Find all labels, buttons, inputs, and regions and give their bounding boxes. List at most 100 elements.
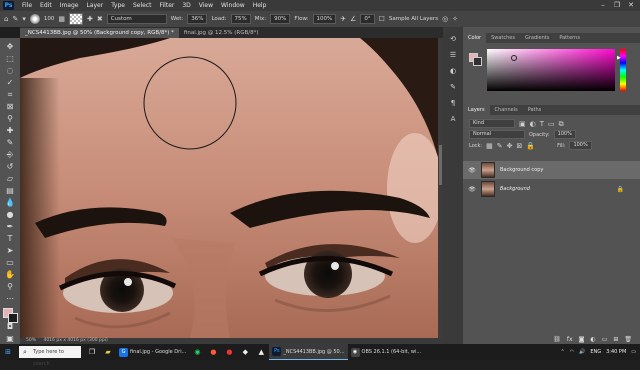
type-tool-icon[interactable]: T	[4, 234, 16, 244]
zoom-level[interactable]: 50%	[20, 338, 42, 343]
dodge-tool-icon[interactable]: ●	[4, 210, 16, 220]
wifi-icon[interactable]: ◠	[570, 349, 574, 355]
filter-pixel-icon[interactable]: ▣	[519, 120, 526, 128]
lock-artboard-icon[interactable]: ⊠	[516, 142, 522, 150]
brush-panel-icon[interactable]: ▦	[58, 15, 65, 23]
link-layers-icon[interactable]: ⛓	[553, 336, 561, 343]
new-layer-icon[interactable]: ⊞	[613, 336, 618, 343]
tab-color[interactable]: Color	[463, 33, 487, 43]
gradient-tool-icon[interactable]: ▤	[4, 186, 16, 196]
adjustments-panel-icon[interactable]: ◐	[448, 67, 458, 77]
tab-swatches[interactable]: Swatches	[486, 33, 520, 43]
lock-position-icon[interactable]: ✥	[507, 142, 513, 150]
tab-patterns[interactable]: Patterns	[554, 33, 585, 43]
menu-select[interactable]: Select	[129, 0, 156, 11]
brush-preview-icon[interactable]	[29, 14, 40, 24]
history-panel-icon[interactable]: ⟲	[448, 35, 458, 45]
language-indicator[interactable]: ENG	[590, 349, 601, 355]
preset-select[interactable]: Custom	[106, 14, 167, 24]
crop-tool-icon[interactable]: ⌗	[4, 90, 16, 100]
quick-select-tool-icon[interactable]: ✓	[4, 78, 16, 88]
airbrush-icon[interactable]: ✈	[340, 15, 346, 23]
layer-background-copy[interactable]: 👁 Background copy	[463, 161, 640, 179]
fill-field[interactable]: 100%	[569, 141, 592, 150]
tray-expand-icon[interactable]: ⌃	[561, 349, 565, 355]
new-group-icon[interactable]: ▭	[602, 336, 608, 343]
path-select-tool-icon[interactable]: ➤	[4, 246, 16, 256]
menu-help[interactable]: Help	[249, 0, 271, 11]
mixer-brush-tool-icon[interactable]: ✎	[4, 138, 16, 148]
frame-tool-icon[interactable]: ⊠	[4, 102, 16, 112]
paragraph-panel-icon[interactable]: ¶	[448, 99, 458, 109]
opacity-field[interactable]: 100%	[553, 130, 576, 139]
wet-field[interactable]: 36%	[187, 14, 208, 24]
background-color-chip[interactable]	[473, 57, 482, 66]
angle-field[interactable]: 0°	[360, 14, 375, 24]
clean-brush-icon[interactable]: ✖	[97, 15, 103, 23]
media-icon[interactable]: ●	[205, 344, 221, 360]
menu-filter[interactable]: Filter	[156, 0, 179, 11]
document-canvas[interactable]	[20, 38, 438, 338]
filter-shape-icon[interactable]: ▭	[548, 120, 555, 128]
lasso-tool-icon[interactable]: ◌	[4, 66, 16, 76]
layer-kind-filter[interactable]: Kind	[469, 119, 515, 128]
whatsapp-icon[interactable]: ◉	[189, 344, 205, 360]
history-brush-tool-icon[interactable]: ↺	[4, 162, 16, 172]
visibility-eye-icon[interactable]: 👁	[467, 167, 477, 174]
brush-settings-icon[interactable]: ✎	[448, 83, 458, 93]
tab-paths[interactable]: Paths	[523, 105, 547, 115]
hue-slider-arrow-icon[interactable]: ▶	[617, 55, 621, 61]
app-icon-3[interactable]: ▲	[253, 344, 269, 360]
mixer-brush-icon[interactable]: ✎	[12, 15, 18, 23]
current-load-swatch[interactable]	[68, 13, 83, 25]
app-icon[interactable]: ●	[221, 344, 237, 360]
load-field[interactable]: 75%	[230, 14, 251, 24]
symmetry-icon[interactable]: ✧	[452, 15, 458, 23]
move-tool-icon[interactable]: ✥	[4, 42, 16, 52]
tab-gradients[interactable]: Gradients	[520, 33, 554, 43]
filter-adjust-icon[interactable]: ◐	[530, 120, 536, 128]
lock-pixels-icon[interactable]: ▦	[486, 142, 493, 150]
lock-paint-icon[interactable]: ✎	[497, 142, 503, 150]
new-adjustment-icon[interactable]: ◐	[590, 336, 595, 343]
rectangle-tool-icon[interactable]: ▭	[4, 258, 16, 268]
menu-image[interactable]: Image	[56, 0, 83, 11]
zoom-tool-icon[interactable]: ⚲	[4, 282, 16, 292]
blend-mode-select[interactable]: Normal	[469, 130, 525, 139]
notifications-icon[interactable]: ▭	[631, 349, 636, 355]
menu-file[interactable]: File	[18, 0, 36, 11]
taskbar-app-photoshop[interactable]: Ps _NCS4413BB.jpg @ 50...	[269, 344, 348, 360]
taskbar-app-obs[interactable]: ◉ OBS 26.1.1 (64-bit, wi...	[348, 344, 425, 360]
filter-smart-icon[interactable]: ⧉	[559, 120, 564, 128]
sample-all-checkbox[interactable]: ☐	[379, 15, 385, 23]
tab-channels[interactable]: Channels	[490, 105, 523, 115]
menu-layer[interactable]: Layer	[82, 0, 107, 11]
scrollbar-thumb[interactable]	[439, 145, 442, 185]
color-field[interactable]	[487, 49, 615, 91]
lock-all-icon[interactable]: 🔒	[526, 142, 535, 150]
dropdown-arrow-icon[interactable]: ▾	[22, 15, 26, 23]
quick-mask-icon[interactable]: ◘	[4, 322, 16, 332]
task-view-icon[interactable]: ❐	[84, 344, 100, 360]
tab-ncs-document[interactable]: _NCS4413BB.jpg @ 50% (Background copy, R…	[20, 28, 179, 38]
close-button[interactable]: ✕	[624, 0, 638, 11]
blur-tool-icon[interactable]: 💧	[4, 198, 16, 208]
tab-final-document[interactable]: final.jpg @ 12.5% (RGB/8*)	[178, 28, 264, 38]
maximize-button[interactable]: ❐	[610, 0, 624, 11]
delete-layer-icon[interactable]: 🗑	[624, 336, 632, 343]
hand-tool-icon[interactable]: ✋	[4, 270, 16, 280]
home-icon[interactable]: ⌂	[4, 15, 8, 23]
volume-icon[interactable]: 🔊	[579, 349, 585, 355]
flow-field[interactable]: 100%	[312, 14, 337, 24]
add-mask-icon[interactable]: ◙	[579, 336, 585, 343]
menu-view[interactable]: View	[195, 0, 217, 11]
marquee-tool-icon[interactable]: ⬚	[4, 54, 16, 64]
character-panel-icon[interactable]: A	[448, 115, 458, 125]
file-explorer-icon[interactable]: ▰	[100, 344, 116, 360]
screen-mode-icon[interactable]: ▣	[4, 334, 16, 344]
pressure-icon[interactable]: ◎	[442, 15, 448, 23]
tab-layers[interactable]: Layers	[463, 105, 490, 115]
healing-tool-icon[interactable]: ✚	[4, 126, 16, 136]
properties-panel-icon[interactable]: ☰	[448, 51, 458, 61]
app-icon-2[interactable]: ◆	[237, 344, 253, 360]
